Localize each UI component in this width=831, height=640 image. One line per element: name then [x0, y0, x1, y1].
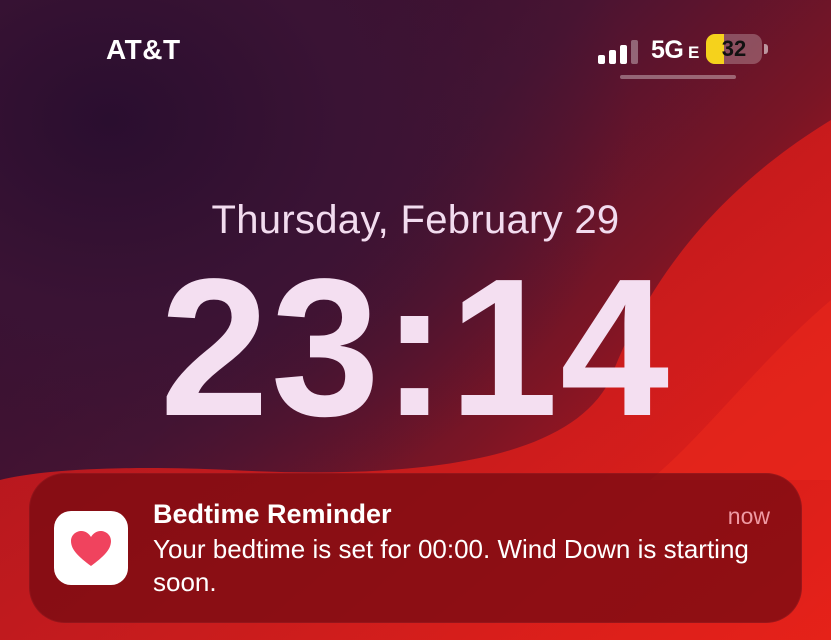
- status-bar: AT&T 5G E 32: [0, 0, 831, 90]
- lock-screen-date: Thursday, February 29: [211, 198, 620, 242]
- lock-screen-time: 23:14: [159, 238, 672, 457]
- notification-card[interactable]: Bedtime Reminder now Your bedtime is set…: [29, 473, 802, 623]
- health-app-icon: [54, 511, 128, 585]
- carrier-label: AT&T: [106, 34, 181, 65]
- signal-bar: [631, 40, 638, 64]
- heart-icon: [71, 531, 111, 566]
- notification-title: Bedtime Reminder: [153, 499, 392, 529]
- signal-bar: [609, 50, 616, 64]
- network-type-label: 5G: [651, 36, 684, 64]
- control-center-indicator[interactable]: [620, 75, 736, 79]
- network-subtype-label: E: [688, 43, 700, 62]
- signal-bar: [620, 45, 627, 64]
- notification-timestamp: now: [727, 503, 770, 529]
- cellular-signal-icon: [598, 40, 638, 64]
- battery-cap: [764, 44, 768, 54]
- battery-level: 32: [721, 36, 747, 61]
- signal-bar: [598, 55, 605, 64]
- battery-icon: 32: [706, 34, 762, 64]
- notification-body: Your bedtime is set for 00:00. Wind Down…: [153, 534, 749, 597]
